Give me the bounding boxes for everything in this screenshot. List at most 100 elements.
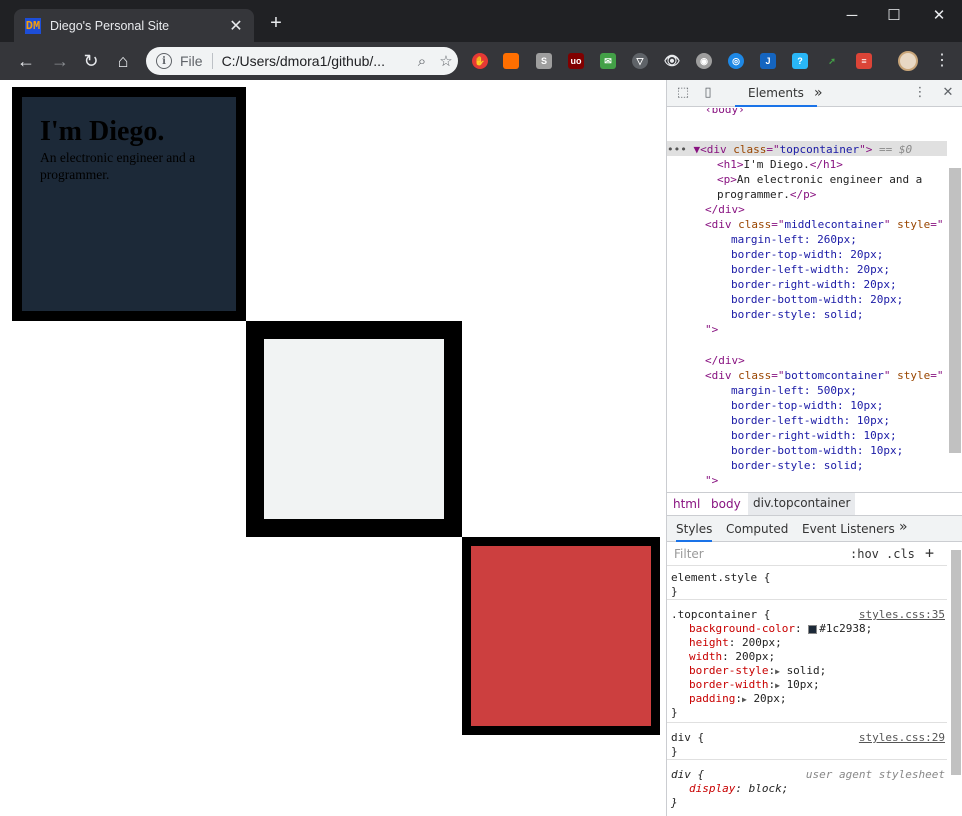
dom-line-p-cont[interactable]: programmer.</p> [717,187,816,202]
cls-toggle[interactable]: .cls [886,547,915,561]
middle-container [246,321,462,537]
dom-style-close: "> [705,474,719,487]
dom-line-div-close[interactable]: </div> [705,353,745,368]
rule-selector: div { [671,768,705,781]
page-heading: I'm Diego. [40,116,165,147]
extension-todoist-icon[interactable]: ≡ [856,53,872,69]
title-bar: DM Diego's Personal Site ✕ + ─ ☐ ✕ [0,0,962,42]
rule-element-style[interactable]: element.style { } [667,566,947,600]
extension-eye-icon[interactable]: 👁 [664,53,680,69]
tab-styles[interactable]: Styles [676,516,713,542]
rule-ua-div[interactable]: div { user agent stylesheet display: blo… [667,763,947,811]
forward-icon[interactable]: → [48,49,72,73]
reload-icon[interactable]: ↻ [79,49,103,73]
ua-stylesheet-label: user agent stylesheet [805,768,945,781]
dom-line-div-close[interactable]: </div> [705,202,745,217]
breadcrumb-html[interactable]: html [673,497,700,511]
filter-input[interactable]: Filter [674,547,704,561]
dom-line-topcontainer[interactable]: ••• ▼<div class="topcontainer"> == $0 [667,142,912,157]
extension-compass-icon[interactable]: ◎ [728,53,744,69]
close-window-icon[interactable]: ✕ [926,6,952,26]
browser-menu-icon[interactable]: ⋮ [932,51,952,71]
bookmark-star-icon[interactable]: ☆ [434,52,458,70]
dom-style-line: border-top-width: 10px; [731,399,884,412]
device-toolbar-icon[interactable]: ▯ [700,85,716,101]
breadcrumb-topcontainer[interactable]: div.topcontainer [748,493,856,515]
css-prop[interactable]: border-width:▶ 10px; [689,678,820,693]
color-swatch-icon [808,624,818,634]
site-favicon-icon: DM [25,17,41,34]
rule-close: } [671,585,678,598]
more-styles-tabs-icon[interactable]: » [899,519,908,535]
tab-elements[interactable]: Elements [735,80,817,107]
dom-line-body[interactable]: ‹body› [705,108,745,117]
back-icon[interactable]: ← [14,49,38,73]
zoom-icon[interactable]: ⌕ [410,53,434,70]
new-tab-icon[interactable]: + [266,13,286,33]
extension-puzzle-icon[interactable]: ? [792,53,808,69]
page-description: An electronic engineer and a programmer. [40,150,196,182]
browser-tab[interactable]: DM Diego's Personal Site ✕ [14,9,254,42]
dom-scrollbar[interactable] [949,168,961,453]
styles-filter-bar: Filter :hov .cls + [667,542,947,566]
dom-style-line: border-left-width: 20px; [731,263,890,276]
rule-selector: div { [671,731,705,744]
rule-source-link[interactable]: styles.css:29 [859,731,945,745]
dom-style-line: border-left-width: 10px; [731,414,890,427]
css-prop[interactable]: width: 200px; [689,650,775,664]
styles-scrollbar[interactable] [951,550,961,775]
dom-style-line: margin-left: 260px; [731,233,857,246]
styles-tabs: Styles Computed Event Listeners » [667,516,962,542]
rule-close: } [671,796,678,809]
dom-line-bottomcontainer[interactable]: <div class="bottomcontainer" style=" [705,368,943,383]
rule-selector: .topcontainer { [671,608,771,621]
dom-style-line: border-style: solid; [731,459,864,472]
dom-style-line: border-style: solid; [731,308,864,321]
dom-line-h1[interactable]: <h1>I'm Diego.</h1> [717,157,843,172]
tab-event-listeners[interactable]: Event Listeners [802,522,895,536]
dom-style-line: margin-left: 500px; [731,384,857,397]
new-rule-icon[interactable]: + [925,544,934,562]
dom-tree[interactable]: ‹body› ••• ▼<div class="topcontainer"> =… [667,108,947,492]
extension-s-icon[interactable]: S [536,53,552,69]
more-tabs-icon[interactable]: » [814,80,823,107]
css-prop[interactable]: border-style:▶ solid; [689,664,826,679]
minimize-icon[interactable]: ─ [839,6,865,26]
rule-source-link[interactable]: styles.css:35 [859,608,945,622]
info-icon[interactable]: i [156,53,172,69]
rule-topcontainer[interactable]: .topcontainer { styles.css:35 background… [667,603,947,723]
address-bar[interactable]: i File C:/Users/dmora1/github/... ⌕ ☆ [146,47,458,75]
extension-adblock-icon[interactable]: ✋ [472,53,488,69]
devtools-panel: ⬚ ▯ Elements » ⋮ ✕ ‹body› ••• ▼<div clas… [666,80,962,816]
extension-mail-icon[interactable]: ✉ [600,53,616,69]
extension-circle-icon[interactable]: ◉ [696,53,712,69]
file-label: File [180,53,213,69]
dom-line-middlecontainer[interactable]: <div class="middlecontainer" style=" [705,217,943,232]
css-prop[interactable]: padding:▶ 20px; [689,692,787,707]
home-icon[interactable]: ⌂ [111,49,135,73]
extension-ublock-icon[interactable]: uo [568,53,584,69]
hov-toggle[interactable]: :hov [850,547,879,561]
maximize-icon[interactable]: ☐ [881,6,907,26]
extension-arrow-icon[interactable]: ➚ [824,53,840,69]
css-prop[interactable]: background-color: #1c2938; [689,622,872,636]
dom-line-p[interactable]: <p>An electronic engineer and a [717,172,922,187]
dom-style-line: border-right-width: 20px; [731,278,897,291]
extension-pocket-icon[interactable]: ▽ [632,53,648,69]
devtools-menu-icon[interactable]: ⋮ [912,85,928,101]
page-viewport: I'm Diego. An electronic engineer and a … [0,80,666,816]
extension-office-icon[interactable] [503,53,519,69]
inspect-element-icon[interactable]: ⬚ [675,85,691,101]
css-prop[interactable]: height: 200px; [689,636,782,650]
close-devtools-icon[interactable]: ✕ [940,85,956,101]
profile-avatar[interactable] [898,51,918,71]
breadcrumb-body[interactable]: body [711,497,741,511]
devtools-header: ⬚ ▯ Elements » ⋮ ✕ [667,80,962,107]
breadcrumb: html body div.topcontainer [667,492,962,516]
rule-close: } [671,745,678,758]
close-tab-icon[interactable]: ✕ [228,16,244,36]
url-text[interactable]: C:/Users/dmora1/github/... [222,53,410,69]
rule-div[interactable]: div { styles.css:29 } [667,726,947,760]
tab-computed[interactable]: Computed [726,522,788,536]
extension-j-icon[interactable]: J [760,53,776,69]
